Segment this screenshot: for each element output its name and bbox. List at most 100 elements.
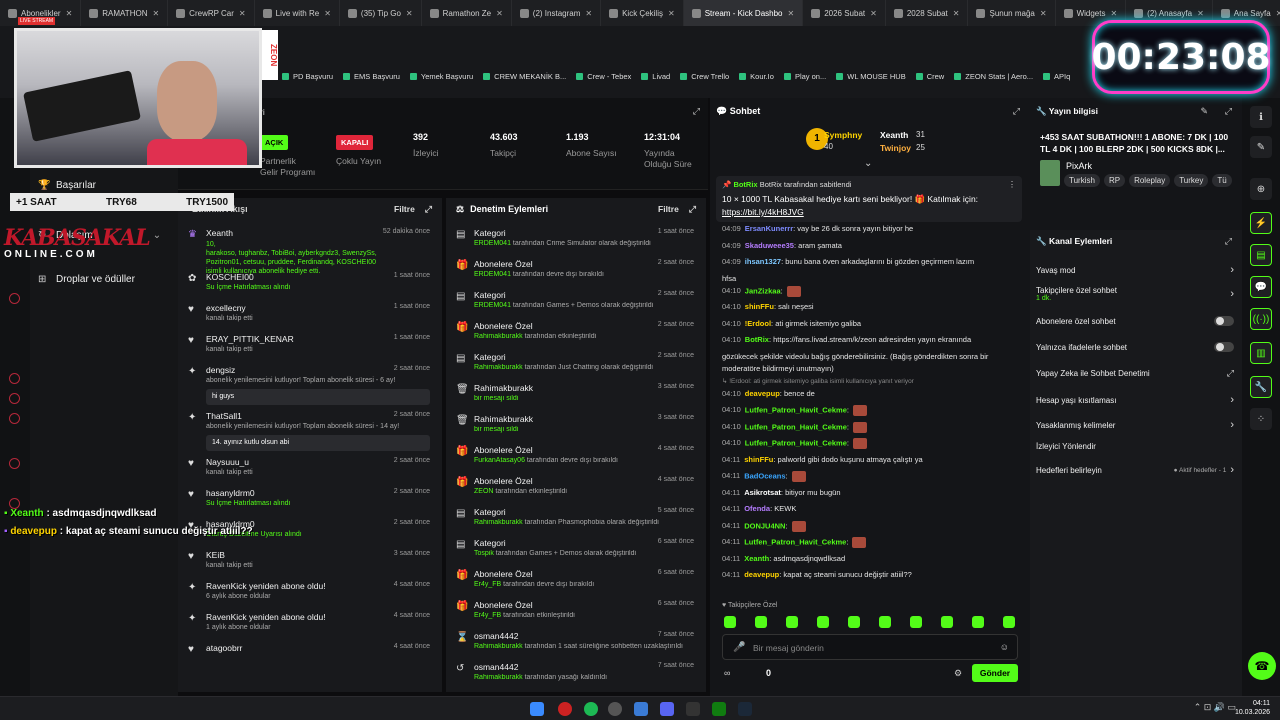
browser-tab[interactable]: 2026 Subat ✕ [803, 0, 886, 26]
category-name[interactable]: PixArk [1066, 161, 1092, 171]
close-icon[interactable]: ✕ [1110, 9, 1117, 18]
close-icon[interactable]: ✕ [585, 9, 592, 18]
expand-icon[interactable]: ⤢ [689, 204, 696, 215]
expand-icon[interactable]: ⤢ [425, 204, 432, 215]
chat-username[interactable]: !Erdool [745, 319, 771, 328]
close-icon[interactable]: ✕ [406, 9, 413, 18]
info-icon[interactable]: ℹ [1250, 106, 1272, 128]
browser-tab[interactable]: (2) Instagram ✕ [512, 0, 602, 26]
emote-icon[interactable] [786, 616, 798, 628]
discord-icon[interactable] [660, 702, 674, 716]
emote-icon[interactable] [848, 616, 860, 628]
close-icon[interactable]: ✕ [668, 9, 675, 18]
browser-tab[interactable]: Şunun mağa ✕ [968, 0, 1056, 26]
edit-icon[interactable]: ✎ [1250, 136, 1272, 158]
chat-username[interactable]: Asikrotsat [744, 488, 781, 497]
chat-username[interactable]: Lutfen_Patron_Havit_Cekme [745, 438, 847, 447]
opera-icon[interactable] [558, 702, 572, 716]
steam-icon[interactable] [738, 702, 752, 716]
system-tray-icons[interactable]: ⌃ ⊡ 🔊 ▭ [1194, 702, 1236, 713]
pinned-link[interactable]: https://bit.ly/4kH8JVG [722, 207, 804, 217]
bookmark[interactable]: WL MOUSE HUB [836, 72, 905, 81]
spotify-icon[interactable] [584, 702, 598, 716]
channel-action-9[interactable]: Hedefleri belirleyin ● Aktif hedefler - 1… [1036, 464, 1234, 476]
browser-tab[interactable]: 2028 Subat ✕ [886, 0, 969, 26]
channel-action-8[interactable]: İzleyici Yönlendir [1036, 442, 1234, 451]
close-icon[interactable]: ✕ [870, 9, 877, 18]
expand-icon[interactable]: ⤢ [693, 106, 700, 117]
channel-action-5[interactable]: Yapay Zeka ile Sohbet Denetimi ⤢ [1036, 368, 1234, 379]
channel-action-3[interactable]: Abonelere özel sohbet [1036, 316, 1234, 326]
browser-tab[interactable]: Ramathon Ze ✕ [422, 0, 512, 26]
expand-icon[interactable]: ⤢ [1225, 236, 1232, 247]
mail-icon[interactable] [9, 413, 20, 424]
bookmark[interactable]: Livad [641, 72, 670, 81]
browser-tab[interactable]: Stream - Kick Dashbo ✕ [683, 0, 804, 26]
close-icon[interactable]: ✕ [239, 9, 246, 18]
expand-icon[interactable]: ⤢ [1225, 106, 1232, 117]
close-icon[interactable]: ✕ [496, 9, 503, 18]
twitter-icon[interactable] [9, 458, 20, 469]
channel-action-7[interactable]: Yasaklanmış kelimeler › [1036, 419, 1234, 431]
chat-username[interactable]: shinFFu [745, 302, 774, 311]
chat-username[interactable]: ihsan1327 [745, 257, 781, 266]
chat-username[interactable]: Ofenda [744, 504, 770, 513]
clock[interactable]: 04:11 10.03.2026 [1235, 699, 1270, 717]
chat-username[interactable]: JanZizkaa [745, 286, 781, 295]
nav-achievements[interactable]: 🏆 Başarılar [38, 180, 96, 191]
chat-username[interactable]: Lutfen_Patron_Havit_Cekme [745, 422, 847, 431]
emote-icon[interactable] [972, 616, 984, 628]
bookmark[interactable]: Yemek Başvuru [410, 72, 473, 81]
channel-action-1[interactable]: Yavaş mod › [1036, 264, 1234, 276]
toggle-switch[interactable] [1214, 316, 1234, 326]
chat-username[interactable]: BadOceans [744, 471, 785, 480]
emote-icon[interactable] [910, 616, 922, 628]
chat-username[interactable]: deavepup [745, 389, 780, 398]
channel-action-6[interactable]: Hesap yaşı kısıtlaması › [1036, 394, 1234, 406]
browser-tab[interactable]: Kick Çekiliş ✕ [601, 0, 684, 26]
nav-drops[interactable]: ⊞ Droplar ve ödüller [38, 274, 135, 285]
chevron-down-icon[interactable]: ⌄ [864, 158, 872, 169]
bookmark[interactable]: CREW MEKANİK B... [483, 72, 566, 81]
windows-start-icon[interactable] [530, 702, 544, 716]
kick-icon[interactable] [9, 393, 20, 404]
support-icon[interactable]: ☎ [1248, 652, 1276, 680]
close-icon[interactable]: ✕ [788, 9, 795, 18]
emoji-icon[interactable]: ☺ [1000, 642, 1009, 652]
stream-tag[interactable]: Turkish [1064, 174, 1100, 187]
chat-username[interactable]: shinFFu [744, 455, 773, 464]
bolt-icon[interactable]: ⚡ [1250, 212, 1272, 234]
stream-tag[interactable]: Roleplay [1129, 174, 1171, 187]
chat-username[interactable]: Xeanth [744, 554, 769, 563]
bookmark[interactable]: Play on... [784, 72, 826, 81]
apps-icon[interactable]: ⁘ [1250, 408, 1272, 430]
chat-username[interactable]: ErsanKunerrr [745, 224, 793, 233]
browser-tab[interactable]: CrewRP Car ✕ [168, 0, 255, 26]
send-button[interactable]: Gönder [972, 664, 1018, 682]
epic-games-icon[interactable] [686, 702, 700, 716]
moderation-filter-button[interactable]: Filtre [658, 204, 679, 214]
emote-icon[interactable] [724, 616, 736, 628]
xbox-icon[interactable] [712, 702, 726, 716]
expand-icon[interactable]: ⤢ [1013, 106, 1020, 117]
close-icon[interactable]: ✕ [152, 9, 159, 18]
close-icon[interactable]: ✕ [66, 9, 73, 18]
activity-filter-button[interactable]: Filtre [394, 204, 415, 214]
wrench-icon[interactable]: 🔧 [1250, 376, 1272, 398]
emote-icon[interactable] [941, 616, 953, 628]
layout-icon[interactable]: ▥ [1250, 342, 1272, 364]
browser-tab[interactable]: Live with Re ✕ [255, 0, 340, 26]
broadcast-icon[interactable]: ((·)) [1250, 308, 1272, 330]
close-icon[interactable]: ✕ [1040, 9, 1047, 18]
bookmark[interactable]: Crew Trello [680, 72, 729, 81]
chat-username[interactable]: BotRix [745, 335, 769, 344]
chat-username[interactable]: Skaduweee35 [745, 241, 794, 250]
chat-username[interactable]: Lutfen_Patron_Havit_Cekme [744, 537, 846, 546]
channel-icon[interactable] [9, 293, 20, 304]
bookmark[interactable]: Crew - Tebex [576, 72, 631, 81]
gear-icon[interactable]: ⚙ [954, 668, 962, 679]
chat-options-icon[interactable]: ∞ [724, 668, 730, 678]
stream-tag[interactable]: RP [1103, 174, 1126, 187]
stream-tag[interactable]: Tü [1212, 174, 1232, 187]
crosshair-icon[interactable]: ⊕ [1250, 178, 1272, 200]
